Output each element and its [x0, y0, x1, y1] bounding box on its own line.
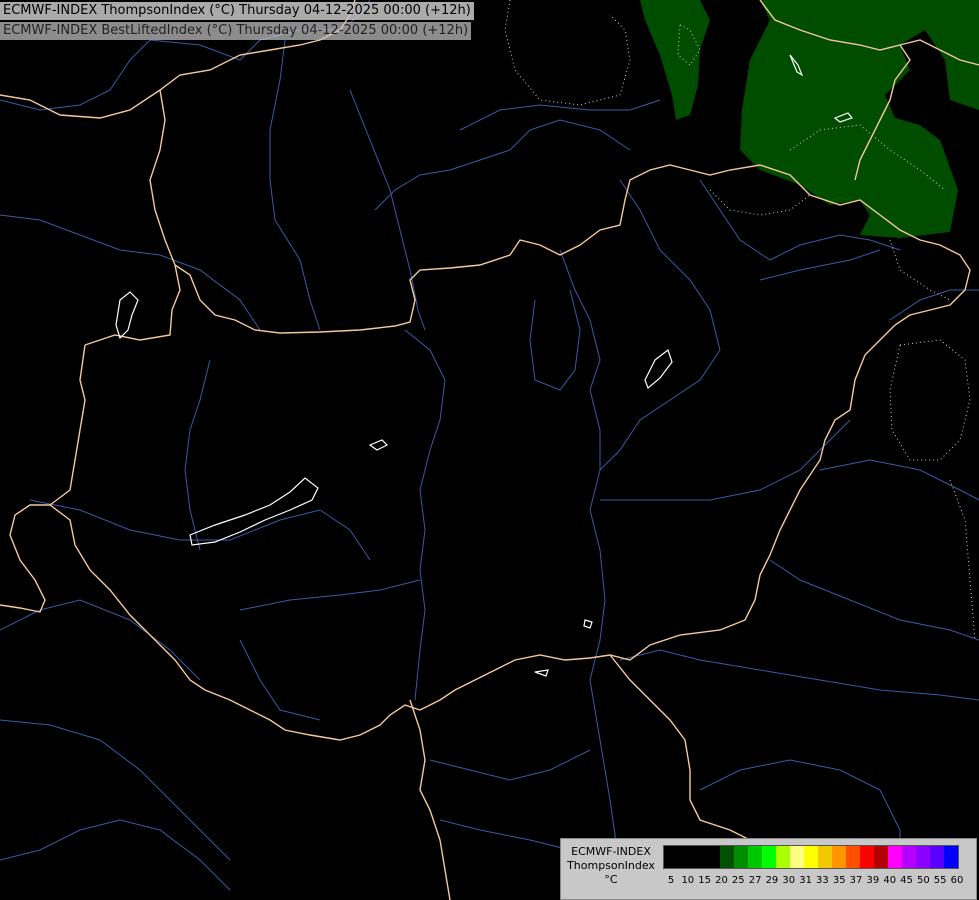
legend-swatch — [664, 846, 678, 868]
legend-tick-label: 33 — [816, 875, 829, 886]
legend-swatch — [734, 846, 748, 868]
legend-swatch — [818, 846, 832, 868]
legend-tick-label: 50 — [916, 875, 930, 886]
legend-swatch — [804, 846, 818, 868]
legend-swatch — [916, 846, 930, 868]
legend-tick-label: 39 — [866, 875, 880, 886]
legend-tick-label: 35 — [832, 875, 846, 886]
legend-variable: ThompsonIndex — [567, 859, 655, 872]
legend-swatch — [930, 846, 944, 868]
map-title-thompson: ECMWF-INDEX ThompsonIndex (°C) Thursday … — [0, 2, 474, 20]
legend-swatch — [832, 846, 846, 868]
legend-swatch — [776, 846, 790, 868]
legend-tick-label: 27 — [748, 875, 762, 886]
legend-swatch — [720, 846, 734, 868]
legend-swatch — [874, 846, 888, 868]
legend-swatch — [762, 846, 776, 868]
legend-swatch — [678, 846, 692, 868]
legend-tick-label: 31 — [799, 875, 812, 886]
legend-swatch — [888, 846, 902, 868]
legend-swatch — [944, 846, 958, 868]
legend-swatch — [790, 846, 804, 868]
legend-model: ECMWF-INDEX — [571, 845, 651, 858]
legend-tick-label: 20 — [715, 875, 728, 886]
legend-tick-label: 25 — [731, 875, 745, 886]
legend-tick-label: 29 — [765, 875, 779, 886]
color-legend: ECMWF-INDEX ThompsonIndex °C 5 10 15 20 25 27… — [560, 838, 977, 900]
legend-tick-label: 10 — [681, 875, 695, 886]
legend-caption: ECMWF-INDEX ThompsonIndex °C — [563, 845, 659, 887]
weather-map — [0, 0, 979, 900]
legend-swatch — [902, 846, 916, 868]
legend-swatch — [692, 846, 706, 868]
legend-tick-label: 55 — [933, 875, 947, 886]
legend-tick-label: 5 — [667, 875, 675, 886]
legend-swatch — [748, 846, 762, 868]
map-title-bestlifted: ECMWF-INDEX BestLiftedIndex (°C) Thursda… — [0, 22, 472, 40]
legend-swatch — [706, 846, 720, 868]
legend-swatch — [860, 846, 874, 868]
legend-tick-label: 60 — [950, 875, 964, 886]
legend-tick-label: 37 — [849, 875, 863, 886]
legend-tick-label: 15 — [698, 875, 712, 886]
legend-swatches — [663, 845, 959, 869]
legend-tick-label: 45 — [900, 875, 913, 886]
legend-tick-label: 40 — [883, 875, 897, 886]
legend-unit: °C — [604, 873, 618, 886]
legend-swatch — [846, 846, 860, 868]
legend-tick-label: 30 — [782, 875, 796, 886]
